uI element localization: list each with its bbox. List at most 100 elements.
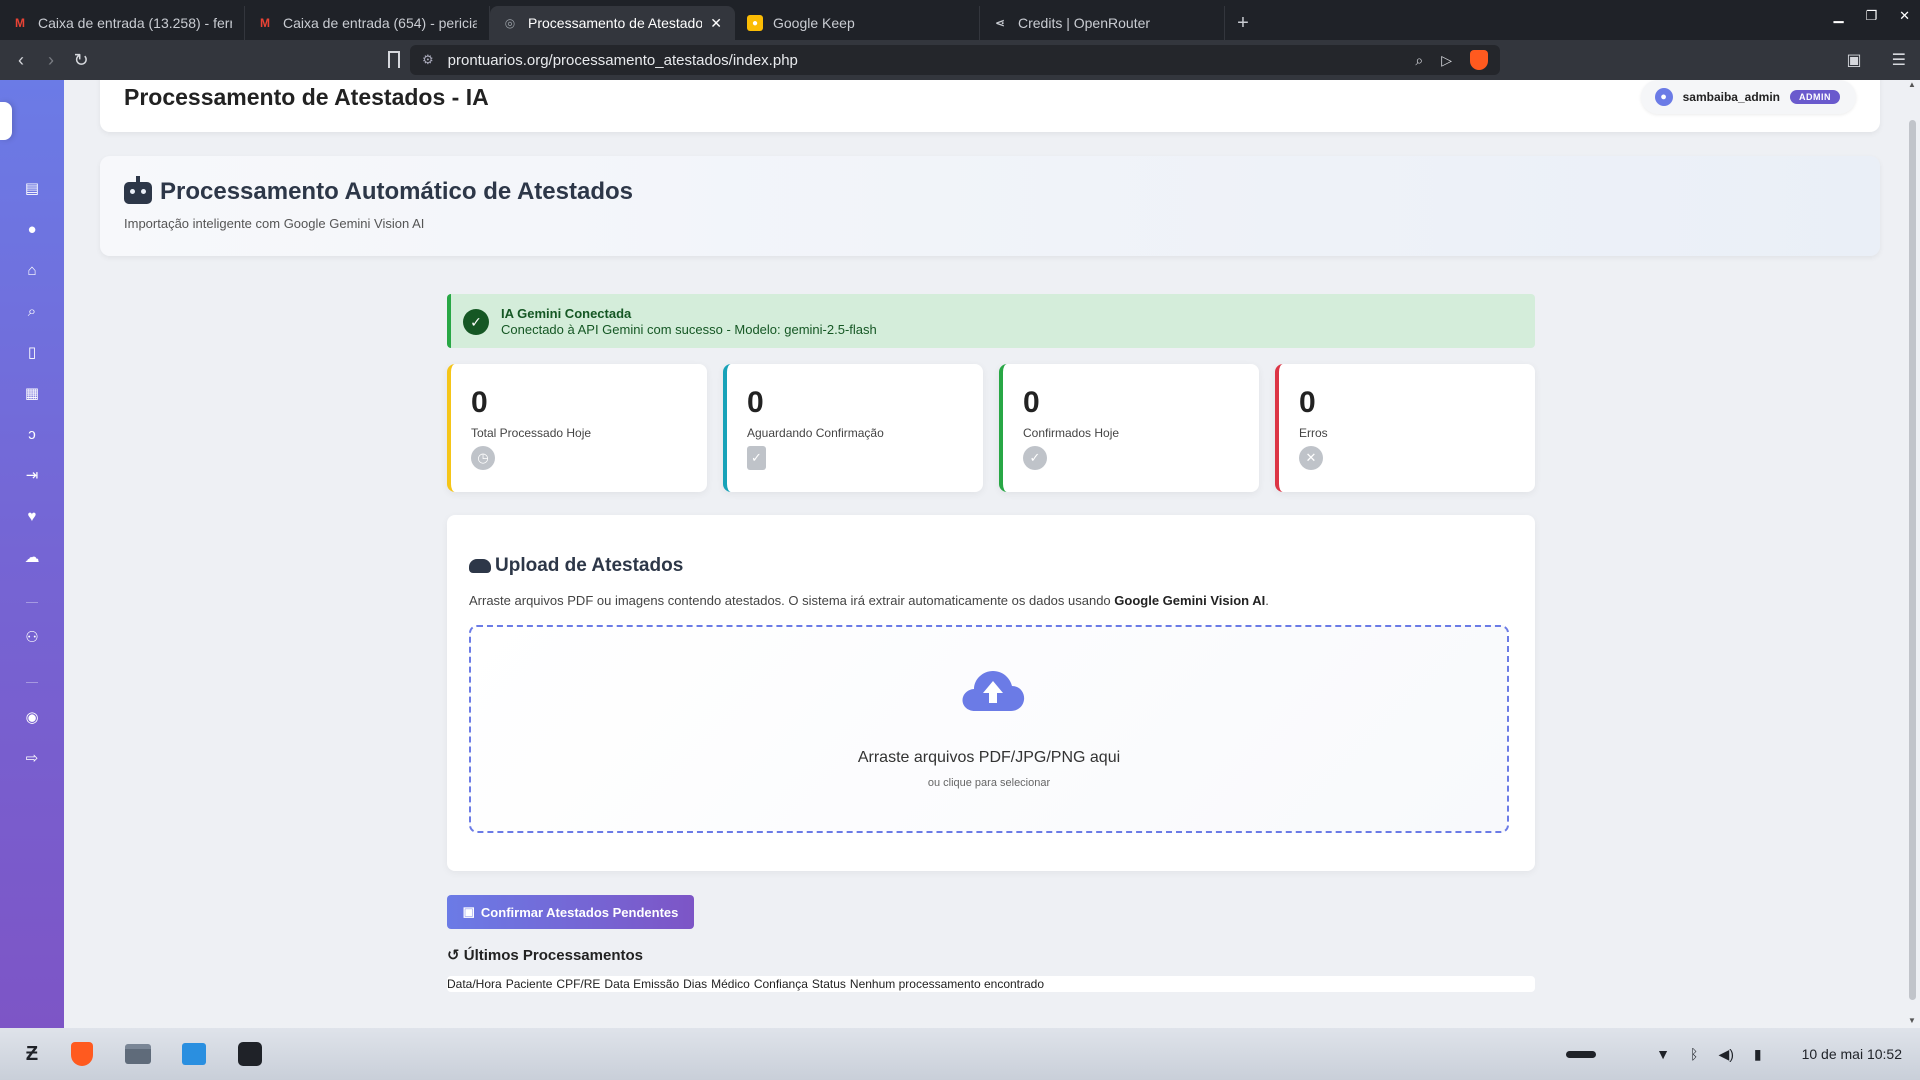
confirm-pending-label: Confirmar Atestados Pendentes (480, 904, 679, 920)
upload-title: Upload de Atestados (495, 555, 684, 576)
url-field[interactable]: ⚙ prontuarios.org/processamento_atestado… (410, 45, 1500, 75)
recent-section-title: ↺ Últimos Processamentos (447, 946, 643, 964)
user-name: sambaiba_admin (1682, 90, 1780, 104)
brave-browser-icon[interactable] (66, 1038, 98, 1070)
url-text: prontuarios.org/processamento_atestados/… (447, 51, 798, 69)
back-icon[interactable]: ‹ (6, 50, 36, 71)
upload-description-prefix: Arraste arquivos PDF ou imagens contendo… (469, 593, 1115, 608)
user-avatar-icon: ● (1654, 88, 1673, 106)
user-circle-icon[interactable]: ◉ (12, 702, 52, 732)
scroll-down-icon[interactable]: ▼ (1908, 1016, 1916, 1025)
bookmark-icon[interactable] (388, 51, 400, 68)
table-header: Data Emissão (604, 977, 680, 991)
heart-pulse-icon[interactable]: ♥ (12, 501, 52, 531)
stat-label: Confirmados Hoje (1023, 426, 1120, 440)
app-sidebar: ▤ ● ⌂ ⌕ ▯ ▦ ↄ ⇥ ♥ ☁ ⚇ ◉ ⇨ (0, 80, 64, 1028)
confirm-pending-button[interactable]: ▣ Confirmar Atestados Pendentes (447, 895, 694, 929)
hero-banner: Processamento Automático de Atestados Im… (100, 156, 1880, 256)
upload-description-suffix: . (1265, 593, 1269, 608)
user-doctor-icon[interactable]: ● (12, 214, 52, 244)
wifi-icon[interactable]: ▼ (1656, 1046, 1670, 1062)
clipboard-check-icon: ✓ (747, 446, 766, 470)
tab-title: Credits | OpenRouter (1018, 15, 1151, 31)
user-menu[interactable]: ● sambaiba_admin ADMIN (1640, 80, 1856, 114)
table-header: Data/Hora (447, 977, 502, 991)
browser-tab-openrouter[interactable]: ⋖ Credits | OpenRouter (980, 6, 1225, 40)
forward-icon[interactable]: › (36, 50, 66, 71)
terminal-app-icon[interactable] (234, 1038, 266, 1070)
file-dropzone[interactable]: Arraste arquivos PDF/JPG/PNG aqui ou cli… (469, 625, 1509, 833)
browser-tab-keep[interactable]: ● Google Keep (735, 6, 980, 40)
brave-shield-icon[interactable] (1470, 50, 1488, 70)
home-icon[interactable]: ⌂ (12, 255, 52, 285)
stat-value: 0 (471, 386, 488, 419)
table-header: Dias (683, 977, 708, 991)
scroll-up-icon[interactable]: ▲ (1908, 80, 1916, 89)
users-icon[interactable]: ⚇ (12, 622, 52, 652)
maximize-icon[interactable]: ❐ (1865, 8, 1877, 24)
volume-icon[interactable]: ◀) (1718, 1046, 1733, 1063)
cloud-upload-icon[interactable]: ☁ (12, 542, 52, 572)
stat-card-pending: 0 Aguardando Confirmação ✓ (723, 364, 983, 492)
search-icon[interactable]: ⌕ (12, 296, 52, 326)
minimize-icon[interactable]: ▁ (1833, 8, 1843, 24)
main-content: Processamento de Atestados - IA ● sambai… (64, 80, 1920, 1028)
table-header: CPF/RE (556, 977, 601, 991)
recent-title-text: Últimos Processamentos (463, 947, 643, 964)
zoom-icon[interactable]: ⌕ (1415, 52, 1423, 69)
wallet-icon[interactable]: ▣ (1847, 50, 1862, 70)
site-settings-icon[interactable]: ⚙ (422, 52, 434, 68)
new-tab-button[interactable]: + (1225, 6, 1261, 40)
close-window-icon[interactable]: ✕ (1899, 8, 1910, 24)
alert-message: Conectado à API Gemini com sucesso - Mod… (501, 322, 877, 337)
tab-title: Processamento de Atestados (528, 15, 703, 31)
close-tab-icon[interactable]: ✕ (710, 15, 722, 32)
recent-table: Data/Hora Paciente CPF/RE Data Emissão D… (447, 976, 1535, 992)
hero-title: Processamento Automático de Atestados (160, 178, 634, 205)
workspace-indicator[interactable] (1566, 1050, 1597, 1058)
file-manager-icon[interactable] (122, 1038, 154, 1070)
tab-title: Caixa de entrada (13.258) - fern (38, 15, 232, 31)
keep-icon: ● (747, 15, 763, 31)
file-export-icon[interactable]: ⇥ (12, 460, 52, 490)
building-icon[interactable]: ▦ (12, 378, 52, 408)
stat-card-confirmed: 0 Confirmados Hoje ✓ (999, 364, 1259, 492)
page-scrollbar[interactable]: ▲ ▼ (1908, 80, 1918, 1028)
check-circle-icon: ✓ (1023, 446, 1047, 470)
x-circle-icon: ✕ (1299, 446, 1323, 470)
browser-tab-gmail-2[interactable]: M Caixa de entrada (654) - pericia (245, 6, 490, 40)
clock[interactable]: 10 de mai 10:52 (1802, 1046, 1902, 1062)
share-icon[interactable]: ▷ (1441, 52, 1452, 69)
dropzone-text: Arraste arquivos PDF/JPG/PNG aqui (857, 749, 1121, 766)
sidebar-toggle-button[interactable] (0, 102, 12, 140)
software-store-icon[interactable] (178, 1038, 210, 1070)
clipboard-icon[interactable]: ▤ (12, 173, 52, 203)
openrouter-icon: ⋖ (994, 16, 1006, 30)
scrollbar-thumb[interactable] (1909, 120, 1916, 1000)
menu-icon[interactable]: ☰ (1892, 50, 1906, 70)
browser-tab-active[interactable]: ◎ Processamento de Atestados ✕ (490, 6, 735, 40)
stat-value: 0 (1023, 386, 1040, 419)
gemini-status-alert: ✓ IA Gemini Conectada Conectado à API Ge… (447, 294, 1535, 348)
stat-label: Total Processado Hoje (471, 426, 592, 440)
clock-icon: ◷ (471, 446, 495, 470)
tab-title: Google Keep (773, 15, 855, 31)
table-header: Status (811, 977, 846, 991)
file-medical-icon[interactable]: ▯ (12, 337, 52, 367)
stat-label: Aguardando Confirmação (747, 426, 884, 440)
browser-tab-gmail-1[interactable]: M Caixa de entrada (13.258) - fern (0, 6, 245, 40)
upload-description: Arraste arquivos PDF ou imagens contendo… (469, 593, 1269, 608)
page-header: Processamento de Atestados - IA ● sambai… (100, 80, 1880, 132)
battery-icon[interactable]: ▮ (1754, 1046, 1762, 1063)
system-tray: ▼ ᛒ ◀) ▮ 10 de mai 10:52 (1566, 1028, 1902, 1080)
os-taskbar: Ƶ ▼ ᛒ ◀) ▮ 10 de mai 10:52 (0, 1028, 1920, 1080)
gmail-icon: M (260, 16, 270, 30)
zorin-menu-icon[interactable]: Ƶ (12, 1038, 52, 1070)
logout-icon[interactable]: ⇨ (12, 743, 52, 773)
stat-card-errors: 0 Erros ✕ (1275, 364, 1535, 492)
bluetooth-icon[interactable]: ᛒ (1690, 1046, 1698, 1062)
ear-icon[interactable]: ↄ (12, 419, 52, 449)
alert-title: IA Gemini Conectada (501, 306, 632, 321)
reload-icon[interactable]: ↻ (66, 50, 96, 71)
gmail-icon: M (15, 16, 25, 30)
